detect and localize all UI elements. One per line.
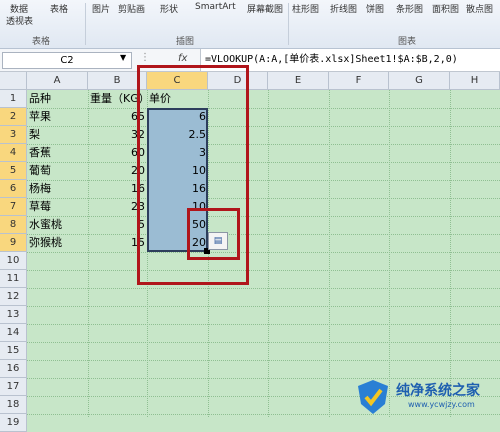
column-header-f[interactable]: F: [329, 72, 389, 90]
cell-a8[interactable]: 水蜜桃: [27, 216, 88, 234]
column-header-h[interactable]: H: [450, 72, 500, 90]
watermark-url: www.ycwjzy.com: [408, 400, 475, 409]
grid-line: [27, 360, 500, 361]
screenshot-button[interactable]: 屏幕截图: [247, 2, 283, 15]
chevron-down-icon[interactable]: ▼: [120, 53, 126, 62]
grid-line: [27, 342, 500, 343]
grid-line: [27, 324, 500, 325]
smartart-button[interactable]: SmartArt: [195, 2, 236, 12]
clipart-button[interactable]: 剪贴画: [118, 2, 145, 15]
pivot-table-label[interactable]: 透视表: [6, 14, 33, 27]
cancel-icon[interactable]: ⋮: [140, 52, 150, 63]
row-header-17[interactable]: 17: [0, 378, 27, 396]
row-header-1[interactable]: 1: [0, 90, 27, 108]
area-chart-button[interactable]: 面积图: [432, 2, 459, 15]
column-chart-button[interactable]: 柱形图: [292, 2, 319, 15]
row-header-10[interactable]: 10: [0, 252, 27, 270]
grid-line: [268, 90, 269, 417]
table-button[interactable]: 表格: [50, 2, 68, 15]
bar-chart-button[interactable]: 条形图: [396, 2, 423, 15]
grid-line: [27, 270, 500, 271]
group-tables: 表格: [32, 37, 51, 47]
grid-line: [450, 90, 451, 417]
pie-chart-button[interactable]: 饼图: [366, 2, 384, 15]
scatter-chart-button[interactable]: 散点图: [466, 2, 493, 15]
column-header-a[interactable]: A: [27, 72, 88, 90]
row-header-5[interactable]: 5: [0, 162, 27, 180]
grid-line: [27, 288, 500, 289]
cell-a2[interactable]: 苹果: [27, 108, 88, 126]
row-header-2[interactable]: 2: [0, 108, 27, 126]
shapes-button[interactable]: 形状: [160, 2, 178, 15]
ribbon: 数据 透视表 表格 表格 图片 剪贴画 形状 SmartArt 屏幕截图 插图 …: [0, 0, 500, 49]
shield-logo-icon: [358, 380, 388, 414]
column-header-e[interactable]: E: [268, 72, 329, 90]
watermark: 纯净系统之家 www.ycwjzy.com: [350, 376, 500, 417]
cell-a1[interactable]: 品种: [27, 90, 88, 108]
grid-line: [329, 90, 330, 417]
cell-a5[interactable]: 葡萄: [27, 162, 88, 180]
row-header-6[interactable]: 6: [0, 180, 27, 198]
column-header-g[interactable]: G: [389, 72, 450, 90]
cell-a6[interactable]: 杨梅: [27, 180, 88, 198]
grid-line: [389, 90, 390, 417]
watermark-title: 纯净系统之家: [396, 383, 480, 399]
highlight-annotation-box-small: [187, 208, 240, 260]
cell-a3[interactable]: 梨: [27, 126, 88, 144]
row-header-7[interactable]: 7: [0, 198, 27, 216]
row-header-11[interactable]: 11: [0, 270, 27, 288]
cell-a4[interactable]: 香蕉: [27, 144, 88, 162]
row-header-18[interactable]: 18: [0, 396, 27, 414]
spreadsheet-grid[interactable]: A B C D E F G H 1 2 3 4 5 6 7 8 9 10 11 12 13 14 15 16 1…: [0, 65, 500, 432]
cell-a9[interactable]: 弥猴桃: [27, 234, 88, 252]
group-illustrations: 插图: [176, 37, 195, 47]
name-box[interactable]: C2: [2, 52, 132, 69]
row-header-14[interactable]: 14: [0, 324, 27, 342]
formula-bar: C2 ▼ ⋮ fx =VLOOKUP(A:A,[单价表.xlsx]Sheet1!…: [0, 49, 500, 72]
picture-button[interactable]: 图片: [92, 2, 110, 15]
row-header-15[interactable]: 15: [0, 342, 27, 360]
row-header-3[interactable]: 3: [0, 126, 27, 144]
line-chart-button[interactable]: 折线图: [330, 2, 357, 15]
ribbon-separator: [85, 3, 86, 45]
group-charts: 图表: [398, 37, 417, 47]
row-header-8[interactable]: 8: [0, 216, 27, 234]
row-header-12[interactable]: 12: [0, 288, 27, 306]
grid-line: [27, 252, 500, 253]
row-header-4[interactable]: 4: [0, 144, 27, 162]
row-header-16[interactable]: 16: [0, 360, 27, 378]
insert-function-icon[interactable]: fx: [178, 53, 187, 64]
ribbon-separator: [288, 3, 289, 45]
select-all-corner[interactable]: [0, 72, 27, 90]
cell-a7[interactable]: 草莓: [27, 198, 88, 216]
row-header-9[interactable]: 9: [0, 234, 27, 252]
row-header-13[interactable]: 13: [0, 306, 27, 324]
grid-line: [27, 306, 500, 307]
